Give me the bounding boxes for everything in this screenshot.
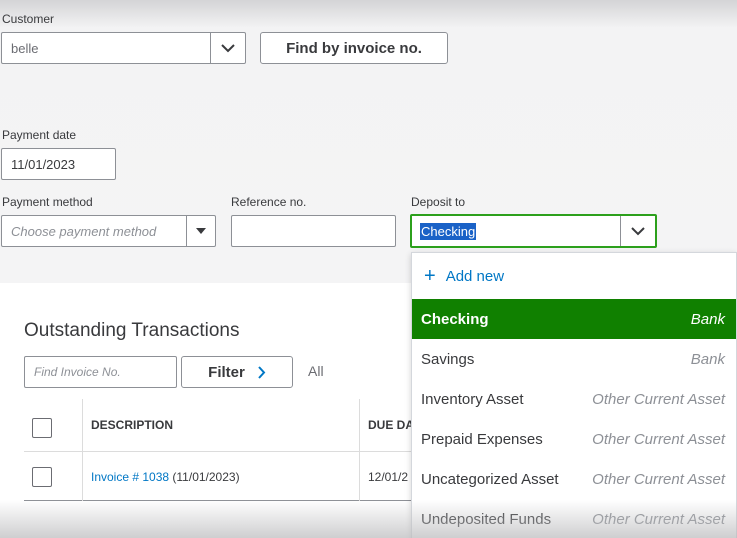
chevron-right-icon bbox=[258, 365, 266, 379]
account-option-prepaid-expenses[interactable]: Prepaid Expenses Other Current Asset bbox=[412, 419, 736, 459]
row-checkbox[interactable] bbox=[32, 467, 52, 487]
account-type: Other Current Asset bbox=[592, 510, 725, 528]
invoice-date: (11/01/2023) bbox=[172, 470, 240, 484]
payment-method-placeholder: Choose payment method bbox=[11, 223, 157, 239]
table-column-divider bbox=[359, 399, 360, 501]
account-type: Other Current Asset bbox=[592, 390, 725, 408]
deposit-to-value: Checking bbox=[420, 222, 477, 240]
find-by-invoice-button[interactable]: Find by invoice no. bbox=[260, 32, 448, 64]
account-option-uncategorized-asset[interactable]: Uncategorized Asset Other Current Asset bbox=[412, 459, 736, 499]
caret-down-icon bbox=[196, 228, 206, 234]
table-row-divider bbox=[24, 451, 424, 452]
deposit-to-dropdown-list: + Add new Checking Bank Savings Bank Inv… bbox=[411, 252, 737, 538]
customer-label: Customer bbox=[2, 12, 55, 26]
invoice-description: Invoice # 1038 (11/01/2023) bbox=[91, 470, 240, 484]
add-new-label: Add new bbox=[445, 267, 505, 285]
payment-method-label: Payment method bbox=[2, 195, 93, 209]
table-bottom-border bbox=[24, 500, 424, 501]
find-invoice-input[interactable]: Find Invoice No. bbox=[24, 356, 177, 388]
payment-date-input[interactable]: 11/01/2023 bbox=[1, 148, 116, 180]
payment-method-select[interactable]: Choose payment method bbox=[1, 215, 216, 247]
filter-all-label: All bbox=[308, 363, 324, 379]
deposit-to-select[interactable]: Checking bbox=[410, 214, 657, 248]
chevron-down-icon bbox=[221, 43, 235, 52]
account-type: Bank bbox=[690, 350, 725, 368]
account-name: Savings bbox=[421, 350, 475, 368]
payment-method-dropdown-button[interactable] bbox=[186, 216, 215, 246]
deposit-to-label: Deposit to bbox=[411, 195, 466, 209]
select-all-checkbox[interactable] bbox=[32, 418, 52, 438]
account-type: Other Current Asset bbox=[592, 470, 725, 488]
payment-date-label: Payment date bbox=[2, 128, 77, 142]
customer-dropdown-button[interactable] bbox=[210, 33, 245, 63]
invoice-link[interactable]: Invoice # 1038 bbox=[91, 470, 169, 484]
account-name: Checking bbox=[421, 310, 489, 328]
reference-no-input[interactable] bbox=[231, 215, 396, 247]
filter-button[interactable]: Filter bbox=[181, 356, 293, 388]
payment-date-value: 11/01/2023 bbox=[11, 156, 76, 172]
customer-value: belle bbox=[11, 40, 39, 56]
column-header-description: DESCRIPTION bbox=[91, 418, 174, 432]
account-option-inventory-asset[interactable]: Inventory Asset Other Current Asset bbox=[412, 379, 736, 419]
account-name: Prepaid Expenses bbox=[421, 430, 543, 448]
invoice-due-date: 12/01/2 bbox=[368, 470, 409, 484]
table-column-divider bbox=[82, 399, 83, 501]
filter-label: Filter bbox=[208, 363, 245, 381]
account-type: Bank bbox=[690, 310, 725, 328]
find-invoice-placeholder: Find Invoice No. bbox=[34, 365, 121, 379]
account-name: Inventory Asset bbox=[421, 390, 524, 408]
deposit-to-dropdown-button[interactable] bbox=[620, 216, 655, 246]
account-option-checking[interactable]: Checking Bank bbox=[412, 299, 736, 339]
account-option-undeposited-funds[interactable]: Undeposited Funds Other Current Asset bbox=[412, 499, 736, 538]
account-name: Undeposited Funds bbox=[421, 510, 552, 528]
column-header-due-date: DUE DA bbox=[368, 418, 415, 432]
account-type: Other Current Asset bbox=[592, 430, 725, 448]
add-new-option[interactable]: + Add new bbox=[412, 253, 736, 299]
outstanding-transactions-title: Outstanding Transactions bbox=[24, 320, 240, 341]
customer-select[interactable]: belle bbox=[1, 32, 246, 64]
chevron-down-icon bbox=[631, 226, 645, 235]
account-option-savings[interactable]: Savings Bank bbox=[412, 339, 736, 379]
reference-no-label: Reference no. bbox=[231, 195, 307, 209]
account-name: Uncategorized Asset bbox=[421, 470, 559, 488]
plus-icon: + bbox=[424, 265, 436, 287]
